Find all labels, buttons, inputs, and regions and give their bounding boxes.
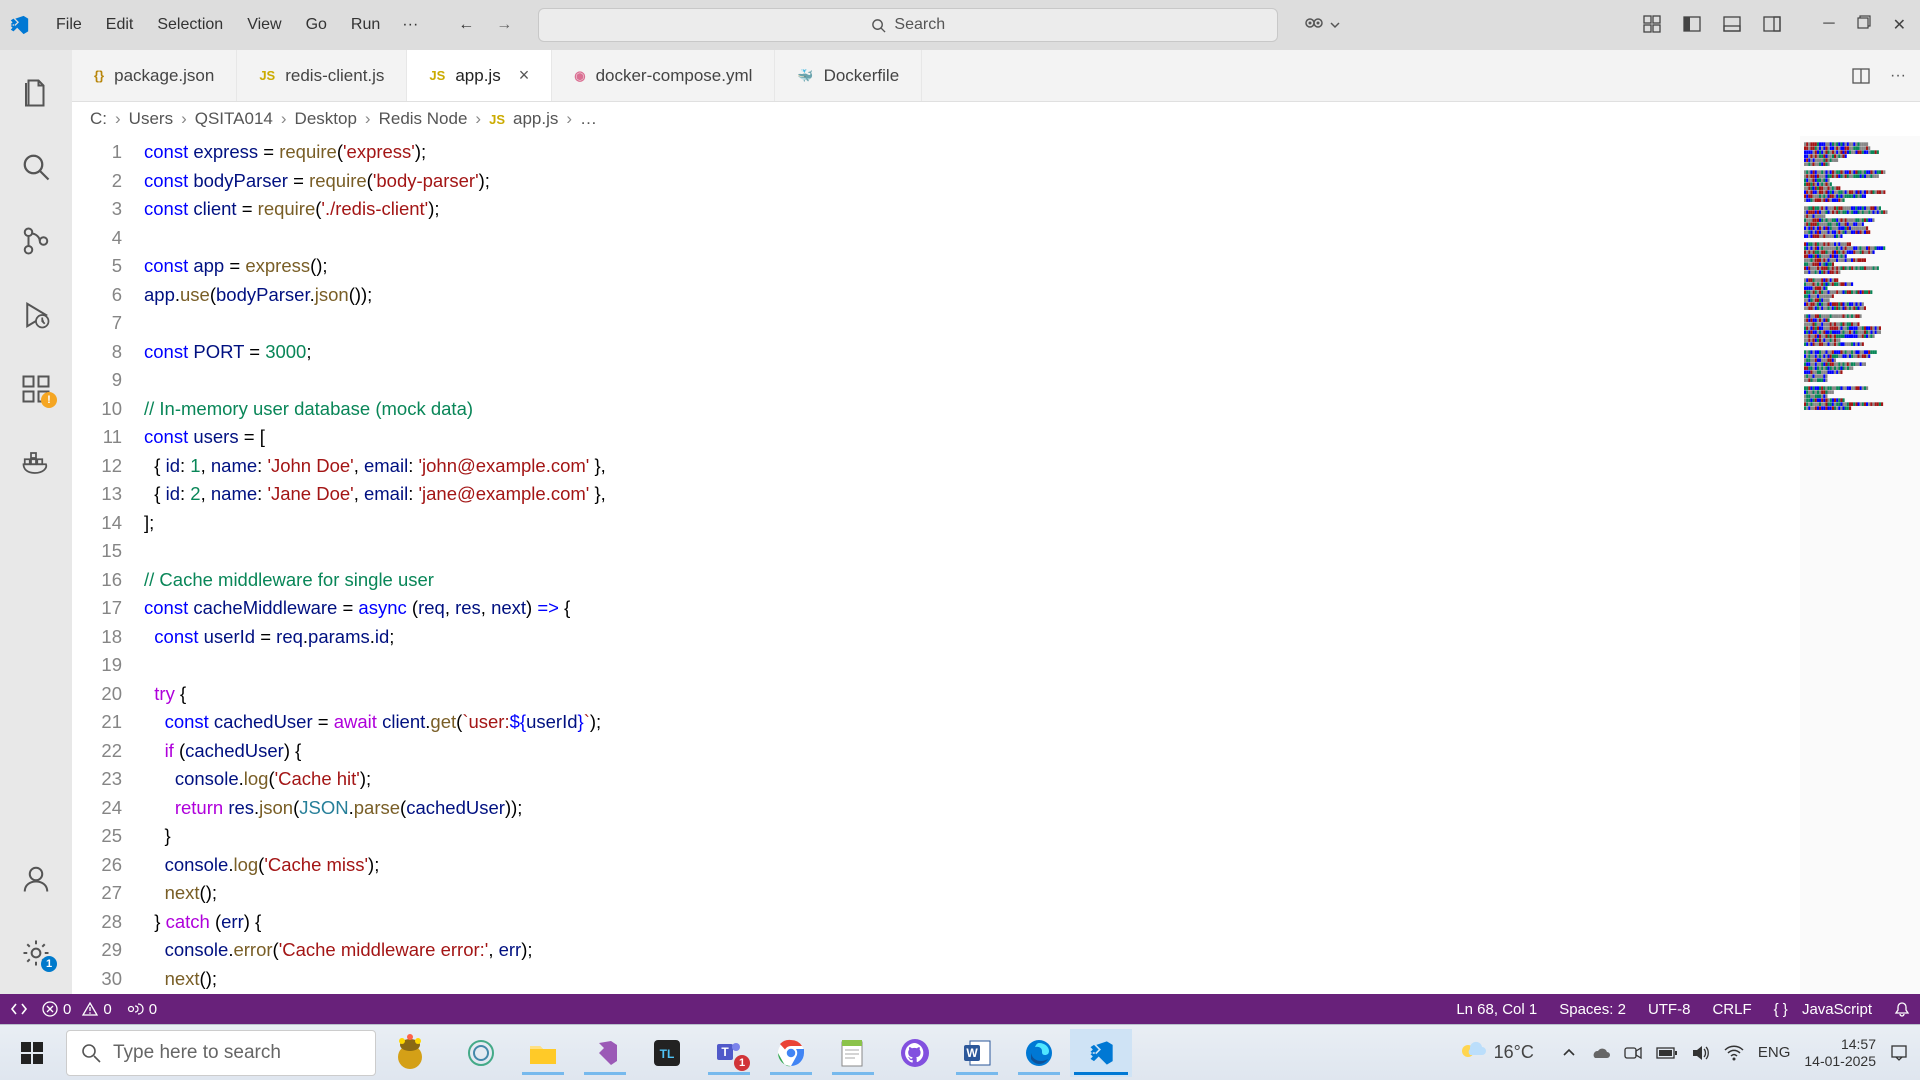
taskbar-search-icon xyxy=(81,1043,101,1063)
taskbar-search[interactable]: Type here to search xyxy=(66,1030,376,1076)
breadcrumb-segment[interactable]: Desktop xyxy=(295,109,357,129)
line-gutter: 1234567891011121314151617181920212223242… xyxy=(72,136,144,994)
encoding[interactable]: UTF-8 xyxy=(1648,1001,1691,1018)
tab-file-icon: 🐳 xyxy=(797,68,813,84)
problems-indicator[interactable]: 0 0 xyxy=(42,1001,112,1018)
taskbar-copilot-icon[interactable] xyxy=(450,1029,512,1077)
window-close-icon[interactable]: ✕ xyxy=(1893,15,1906,35)
nav-back-icon[interactable]: ← xyxy=(458,16,474,34)
taskbar-app1-icon[interactable]: TL xyxy=(636,1029,698,1077)
search-icon xyxy=(871,18,886,33)
remote-icon[interactable] xyxy=(10,1000,28,1018)
breadcrumb[interactable]: C:›Users›QSITA014›Desktop›Redis Node›JS … xyxy=(72,102,1920,136)
ports-indicator[interactable]: 0 xyxy=(126,1001,157,1018)
tray-wifi-icon[interactable] xyxy=(1724,1045,1744,1061)
tab-Dockerfile[interactable]: 🐳Dockerfile xyxy=(775,50,922,101)
tab-file-icon: ◉ xyxy=(574,68,585,84)
tray-battery-icon[interactable] xyxy=(1656,1047,1678,1059)
settings-badge: 1 xyxy=(41,956,57,972)
taskbar-decoration-icon xyxy=(376,1029,444,1077)
windows-taskbar: Type here to search TL T1 W 16°C ENG 14:… xyxy=(0,1024,1920,1080)
layout-grid-icon[interactable] xyxy=(1643,15,1661,35)
tab-file-icon: JS xyxy=(429,68,445,83)
extensions-badge: ! xyxy=(41,392,57,408)
nav-forward-icon[interactable]: → xyxy=(496,16,512,34)
copilot-icon[interactable] xyxy=(1302,13,1340,37)
menu-view[interactable]: View xyxy=(235,12,293,38)
split-editor-icon[interactable] xyxy=(1852,67,1870,85)
tray-language[interactable]: ENG xyxy=(1758,1044,1791,1061)
panel-left-icon[interactable] xyxy=(1683,15,1701,35)
tab-file-icon: {} xyxy=(94,68,104,83)
breadcrumb-segment[interactable]: Redis Node xyxy=(379,109,468,129)
minimap[interactable]: ████████████████████████████████████████… xyxy=(1800,136,1920,994)
tray-notifications-icon[interactable] xyxy=(1890,1044,1908,1062)
tab-package-json[interactable]: {}package.json xyxy=(72,50,237,101)
notifications-icon[interactable] xyxy=(1894,1001,1910,1017)
command-center-search[interactable]: Search xyxy=(538,8,1278,42)
tab-docker-compose-yml[interactable]: ◉docker-compose.yml xyxy=(552,50,775,101)
svg-text:TL: TL xyxy=(660,1047,675,1061)
menu-edit[interactable]: Edit xyxy=(94,12,146,38)
tab-more-icon[interactable]: ··· xyxy=(1890,67,1906,85)
menu-run[interactable]: Run xyxy=(339,12,392,38)
titlebar: File Edit Selection View Go Run ··· ← → … xyxy=(0,0,1920,50)
breadcrumb-segment[interactable]: Users xyxy=(129,109,173,129)
tray-meet-icon[interactable] xyxy=(1624,1046,1642,1060)
cursor-position[interactable]: Ln 68, Col 1 xyxy=(1456,1001,1537,1018)
breadcrumb-segment[interactable]: app.js xyxy=(513,109,558,129)
tab-redis-client-js[interactable]: JSredis-client.js xyxy=(237,50,407,101)
breadcrumb-segment[interactable]: QSITA014 xyxy=(195,109,273,129)
taskbar-search-placeholder: Type here to search xyxy=(113,1042,281,1064)
extensions-icon[interactable]: ! xyxy=(19,372,53,406)
editor-area: {}package.jsonJSredis-client.jsJSapp.js×… xyxy=(72,50,1920,994)
tray-onedrive-icon[interactable] xyxy=(1590,1046,1610,1060)
settings-gear-icon[interactable]: 1 xyxy=(19,936,53,970)
status-bar: 0 0 0 Ln 68, Col 1 Spaces: 2 UTF-8 CRLF … xyxy=(0,994,1920,1024)
start-button[interactable] xyxy=(4,1029,60,1077)
taskbar-visualstudio-icon[interactable] xyxy=(574,1029,636,1077)
taskbar-teams-icon[interactable]: T1 xyxy=(698,1029,760,1077)
taskbar-github-icon[interactable] xyxy=(884,1029,946,1077)
menu-more-icon[interactable]: ··· xyxy=(392,12,428,38)
code-editor[interactable]: const express = require('express');const… xyxy=(144,136,1800,994)
weather-widget[interactable]: 16°C xyxy=(1458,1039,1534,1067)
tab-app-js[interactable]: JSapp.js× xyxy=(407,50,552,101)
run-debug-icon[interactable] xyxy=(19,298,53,332)
tray-clock[interactable]: 14:57 14-01-2025 xyxy=(1804,1036,1876,1070)
activity-bar: ! 1 xyxy=(0,50,72,994)
taskbar-chrome-icon[interactable] xyxy=(760,1029,822,1077)
taskbar-word-icon[interactable]: W xyxy=(946,1029,1008,1077)
taskbar-vscode-icon[interactable] xyxy=(1070,1029,1132,1077)
menu-go[interactable]: Go xyxy=(294,12,339,38)
menu-file[interactable]: File xyxy=(44,12,94,38)
svg-text:W: W xyxy=(966,1046,978,1060)
window-minimize-icon[interactable]: ─ xyxy=(1823,15,1834,35)
tab-file-icon: JS xyxy=(259,68,275,83)
language-mode[interactable]: { } JavaScript xyxy=(1774,1001,1872,1018)
panel-right-icon[interactable] xyxy=(1763,15,1781,35)
svg-text:T: T xyxy=(721,1045,729,1059)
tray-chevron-icon[interactable] xyxy=(1562,1046,1576,1060)
tray-volume-icon[interactable] xyxy=(1692,1045,1710,1061)
eol[interactable]: CRLF xyxy=(1712,1001,1751,1018)
indent-setting[interactable]: Spaces: 2 xyxy=(1559,1001,1626,1018)
explorer-icon[interactable] xyxy=(19,76,53,110)
search-placeholder: Search xyxy=(894,16,945,34)
breadcrumb-segment[interactable]: … xyxy=(580,109,597,129)
accounts-icon[interactable] xyxy=(19,862,53,896)
taskbar-notepad-icon[interactable] xyxy=(822,1029,884,1077)
taskbar-edge-icon[interactable] xyxy=(1008,1029,1070,1077)
window-restore-icon[interactable] xyxy=(1857,15,1871,35)
menu-selection[interactable]: Selection xyxy=(145,12,235,38)
breadcrumb-segment[interactable]: C: xyxy=(90,109,107,129)
search-activity-icon[interactable] xyxy=(19,150,53,184)
tab-bar: {}package.jsonJSredis-client.jsJSapp.js×… xyxy=(72,50,1920,102)
tab-close-icon[interactable]: × xyxy=(519,65,530,86)
taskbar-explorer-icon[interactable] xyxy=(512,1029,574,1077)
vscode-logo-icon xyxy=(8,14,30,36)
docker-activity-icon[interactable] xyxy=(19,446,53,480)
source-control-icon[interactable] xyxy=(19,224,53,258)
panel-bottom-icon[interactable] xyxy=(1723,15,1741,35)
